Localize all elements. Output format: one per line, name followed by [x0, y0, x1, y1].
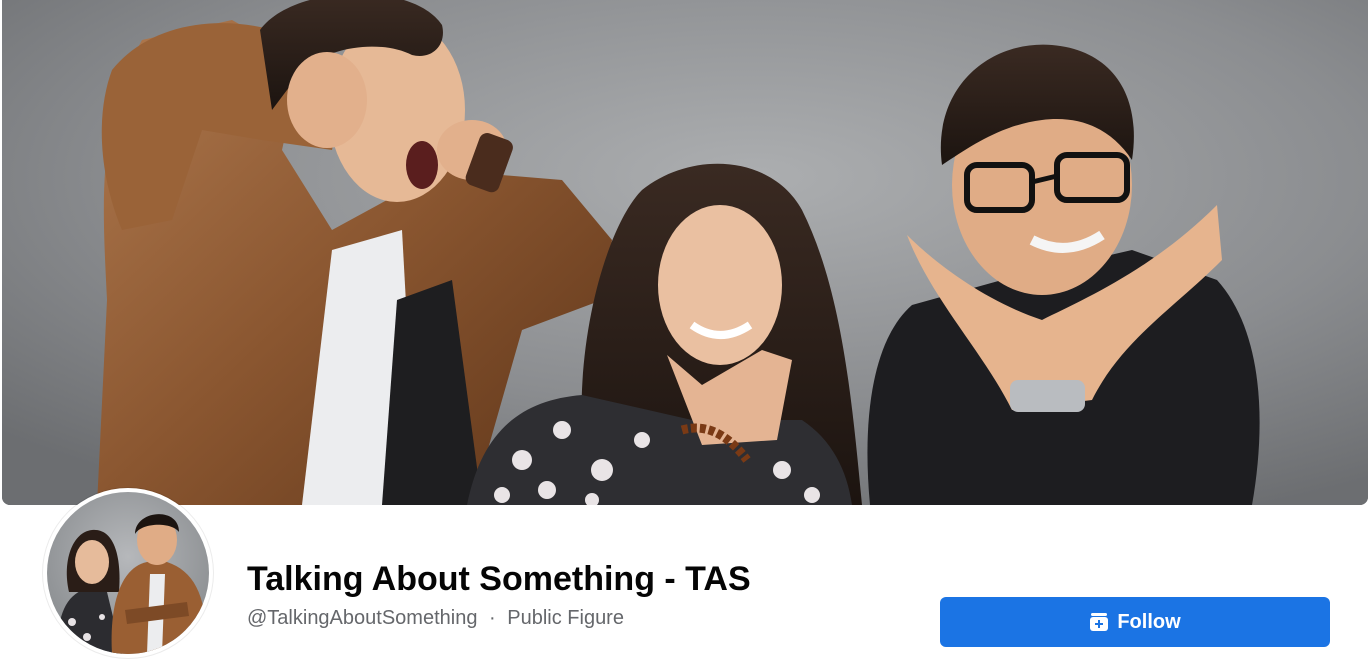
follow-page-icon: [1089, 612, 1109, 632]
follow-button[interactable]: Follow: [940, 597, 1330, 647]
page-handle: @TalkingAboutSomething: [247, 607, 478, 629]
meta-separator: ·: [489, 607, 496, 629]
cover-photo[interactable]: [2, 0, 1368, 505]
page-meta: @TalkingAboutSomething · Public Figure: [247, 605, 624, 631]
follow-button-label: Follow: [1117, 610, 1181, 633]
page-category[interactable]: Public Figure: [507, 607, 624, 629]
profile-picture[interactable]: [43, 488, 213, 658]
page-title: Talking About Something - TAS: [247, 560, 751, 598]
cover-photo-image: [2, 0, 1368, 505]
page-header: Talking About Something - TAS @TalkingAb…: [0, 0, 1370, 663]
avatar-image: [57, 514, 206, 654]
avatar: [47, 492, 209, 654]
